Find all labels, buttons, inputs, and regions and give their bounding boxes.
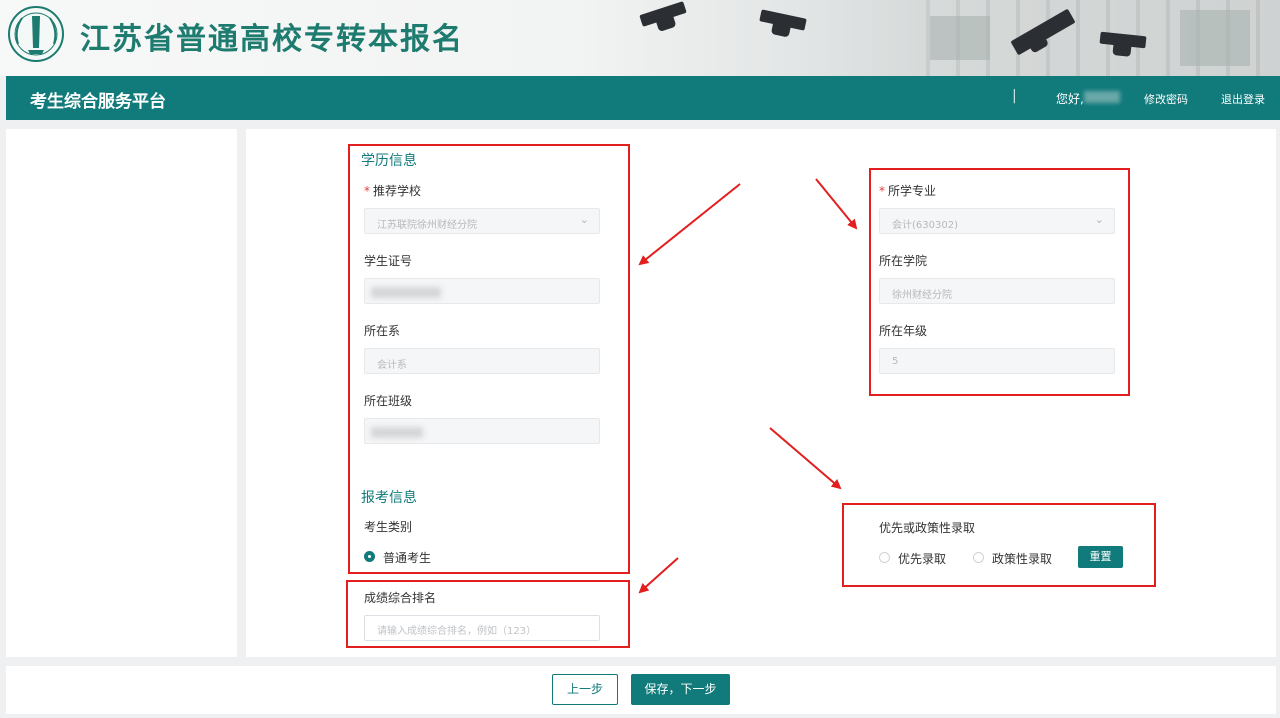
banner-window: [1180, 10, 1250, 66]
user-greeting: 您好,: [1056, 92, 1084, 106]
platform-name: 考生综合服务平台: [30, 92, 166, 112]
left-sidebar: [6, 129, 237, 657]
nav-separator: |: [1012, 88, 1017, 104]
graduation-cap-icon: [639, 1, 687, 27]
username-blurred: [1084, 91, 1120, 103]
top-navbar: 考生综合服务平台 | 您好, 修改密码 退出登录: [6, 76, 1280, 120]
site-title: 江苏省普通高校专转本报名: [80, 22, 464, 57]
prev-step-button[interactable]: 上一步: [552, 674, 618, 705]
highlight-box-priority: [842, 503, 1156, 587]
graduation-cap-icon: [759, 9, 807, 31]
highlight-box-major: [869, 168, 1130, 396]
highlight-box-ranking: [346, 580, 630, 648]
logout-link[interactable]: 退出登录: [1221, 91, 1265, 107]
site-banner: 江苏省普通高校专转本报名: [0, 0, 1280, 76]
school-emblem-icon: [8, 6, 64, 62]
highlight-box-education: [348, 144, 630, 574]
change-password-link[interactable]: 修改密码: [1144, 91, 1188, 107]
save-next-button[interactable]: 保存，下一步: [631, 674, 730, 705]
banner-window: [930, 16, 990, 60]
